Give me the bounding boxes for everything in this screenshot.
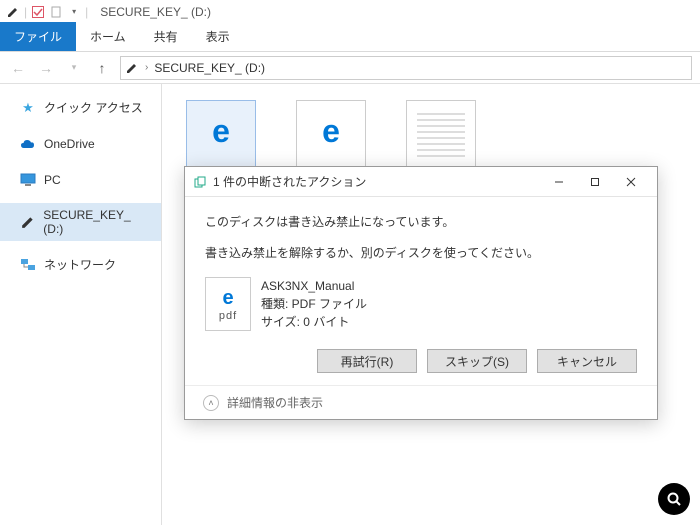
dialog-message-1: このディスクは書き込み禁止になっています。	[205, 213, 637, 230]
dialog-title: 1 件の中断されたアクション	[213, 173, 541, 190]
window-title: SECURE_KEY_ (D:)	[100, 5, 211, 19]
file-size: サイズ: 0 バイト	[261, 313, 367, 331]
tab-home[interactable]: ホーム	[76, 22, 140, 51]
separator: |	[24, 5, 27, 19]
up-icon[interactable]: ↑	[92, 58, 112, 78]
ribbon-tabs: ファイル ホーム 共有 表示	[0, 24, 700, 52]
cloud-icon	[20, 136, 36, 152]
sidebar-item-label: SECURE_KEY_ (D:)	[43, 208, 149, 236]
path-segment[interactable]: SECURE_KEY_ (D:)	[154, 61, 265, 75]
interrupted-action-dialog: 1 件の中断されたアクション このディスクは書き込み禁止になっています。 書き込…	[184, 166, 658, 420]
skip-button[interactable]: スキップ(S)	[427, 349, 527, 373]
file-name: ASK3NX_Manual	[261, 277, 367, 295]
dialog-body: このディスクは書き込み禁止になっています。 書き込み禁止を解除するか、別のディス…	[185, 197, 657, 385]
copy-icon	[193, 175, 207, 189]
back-icon[interactable]: ←	[8, 58, 28, 78]
sidebar-item-onedrive[interactable]: OneDrive	[0, 131, 161, 157]
sidebar-item-label: ネットワーク	[44, 256, 116, 273]
zoom-button[interactable]	[658, 483, 690, 515]
dialog-file-meta: ASK3NX_Manual 種類: PDF ファイル サイズ: 0 バイト	[261, 277, 367, 331]
monitor-icon	[20, 172, 36, 188]
maximize-button[interactable]	[577, 169, 613, 195]
close-button[interactable]	[613, 169, 649, 195]
forward-icon[interactable]: →	[36, 58, 56, 78]
dropdown-icon[interactable]: ▾	[67, 5, 81, 19]
drive-pencil-icon	[125, 61, 139, 75]
star-icon: ★	[20, 100, 36, 116]
details-toggle-label: 詳細情報の非表示	[227, 394, 323, 411]
minimize-button[interactable]	[541, 169, 577, 195]
dialog-message-2: 書き込み禁止を解除するか、別のディスクを使ってください。	[205, 244, 637, 261]
sidebar-item-pc[interactable]: PC	[0, 167, 161, 193]
pdf-file-icon: e pdf	[205, 277, 251, 331]
address-bar[interactable]: › SECURE_KEY_ (D:)	[120, 56, 692, 80]
sidebar-item-label: クイック アクセス	[44, 99, 143, 116]
network-icon	[20, 257, 36, 273]
navbar: ← → ▾ ↑ › SECURE_KEY_ (D:)	[0, 52, 700, 84]
tab-file[interactable]: ファイル	[0, 22, 76, 51]
separator: |	[85, 5, 88, 19]
pencil-icon	[6, 5, 20, 19]
dialog-titlebar: 1 件の中断されたアクション	[185, 167, 657, 197]
retry-button[interactable]: 再試行(R)	[317, 349, 417, 373]
edge-icon: e	[222, 287, 233, 310]
chevron-up-icon: ˄	[203, 395, 219, 411]
pdf-label: pdf	[219, 310, 237, 322]
edge-icon: e	[322, 113, 340, 150]
sidebar: ★ クイック アクセス OneDrive PC SECURE_KEY_ (D:)	[0, 84, 162, 525]
dialog-footer[interactable]: ˄ 詳細情報の非表示	[185, 385, 657, 419]
dropdown-history-icon[interactable]: ▾	[64, 58, 84, 78]
doc-icon[interactable]	[49, 5, 63, 19]
pencil-icon	[20, 214, 35, 230]
sidebar-item-quick-access[interactable]: ★ クイック アクセス	[0, 94, 161, 121]
tab-share[interactable]: 共有	[140, 22, 192, 51]
edge-icon: e	[212, 113, 230, 150]
titlebar: | ▾ | SECURE_KEY_ (D:)	[0, 0, 700, 24]
file-type: 種類: PDF ファイル	[261, 295, 367, 313]
dialog-actions: 再試行(R) スキップ(S) キャンセル	[205, 349, 637, 373]
check-icon[interactable]	[31, 5, 45, 19]
sidebar-item-label: PC	[44, 173, 61, 187]
sidebar-item-network[interactable]: ネットワーク	[0, 251, 161, 278]
chevron-right-icon[interactable]: ›	[145, 62, 148, 73]
tab-view[interactable]: 表示	[192, 22, 244, 51]
sidebar-item-secure-key[interactable]: SECURE_KEY_ (D:)	[0, 203, 161, 241]
cancel-button[interactable]: キャンセル	[537, 349, 637, 373]
sidebar-item-label: OneDrive	[44, 137, 95, 151]
dialog-file-row: e pdf ASK3NX_Manual 種類: PDF ファイル サイズ: 0 …	[205, 277, 637, 331]
